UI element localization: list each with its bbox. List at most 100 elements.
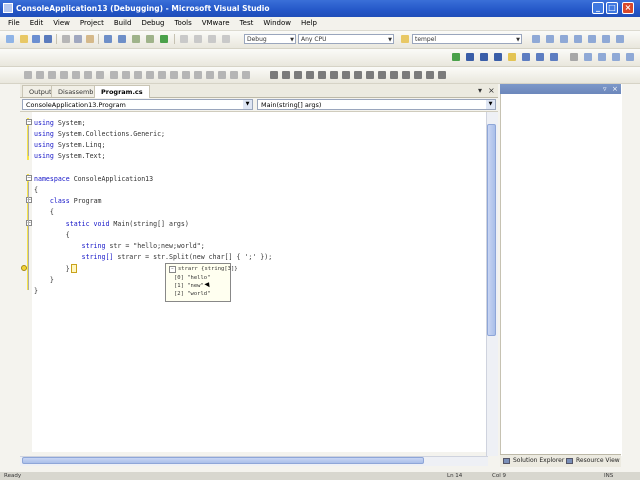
pin-icon[interactable]: ▿ [603,84,607,94]
restart-icon[interactable] [494,53,502,61]
object-browser-icon[interactable] [560,35,568,43]
collapse-icon[interactable]: − [26,197,32,203]
menu-project[interactable]: Project [75,17,109,30]
menu-window[interactable]: Window [258,17,296,30]
close-icon[interactable]: × [612,84,618,94]
menu-debug[interactable]: Debug [136,17,169,30]
solution-explorer-panel[interactable] [500,84,622,456]
format-icon[interactable] [24,71,32,79]
format-icon[interactable] [146,71,154,79]
menu-test[interactable]: Test [235,17,259,30]
layout-icon[interactable] [366,71,374,79]
menu-build[interactable]: Build [109,17,137,30]
layout-icon[interactable] [354,71,362,79]
collapse-icon[interactable]: − [26,119,32,125]
tab-resource-view[interactable]: Resource View [565,456,620,466]
navigate-back-icon[interactable] [132,35,140,43]
platform-combo[interactable]: Any CPU ▼ [298,34,394,44]
class-view-icon[interactable] [602,35,610,43]
layout-icon[interactable] [294,71,302,79]
menu-tools[interactable]: Tools [169,17,196,30]
tool-window-caption[interactable]: ▿ × [500,84,621,94]
step-out-icon[interactable] [550,53,558,61]
build-icon[interactable] [180,35,188,43]
navigate-forward-icon[interactable] [146,35,154,43]
menu-view[interactable]: View [48,17,75,30]
find-combo[interactable]: tempel ▼ [412,34,522,44]
attach-icon[interactable] [222,35,230,43]
start-page-icon[interactable] [588,35,596,43]
format-icon[interactable] [96,71,104,79]
undo-icon[interactable] [104,35,112,43]
layout-icon[interactable] [414,71,422,79]
format-icon[interactable] [36,71,44,79]
toolbox-icon[interactable] [574,35,582,43]
format-icon[interactable] [158,71,166,79]
stop-debugging-icon[interactable] [480,53,488,61]
datatip-item[interactable]: [2] "world" [174,291,210,298]
member-dropdown[interactable]: Main(string[] args) ▼ [257,99,496,110]
code-editor[interactable] [20,112,486,452]
maximize-button[interactable]: □ [606,2,618,14]
format-icon[interactable] [110,71,118,79]
format-icon[interactable] [182,71,190,79]
format-icon[interactable] [206,71,214,79]
tab-program-cs[interactable]: Program.cs [94,85,150,98]
layout-icon[interactable] [426,71,434,79]
tab-solution-explorer[interactable]: Solution Explorer [502,456,564,466]
solution-explorer-icon[interactable] [532,35,540,43]
debugger-datatip[interactable]: − strarr {string[3]} [0] "hello" [1] "new… [165,263,238,302]
layout-icon[interactable] [282,71,290,79]
close-button[interactable]: × [622,2,634,14]
type-dropdown[interactable]: ConsoleApplication13.Program ▼ [22,99,253,110]
format-icon[interactable] [170,71,178,79]
layout-icon[interactable] [438,71,446,79]
format-icon[interactable] [122,71,130,79]
menu-edit[interactable]: Edit [25,17,49,30]
format-icon[interactable] [60,71,68,79]
copy-icon[interactable] [74,35,82,43]
options-icon[interactable] [616,35,624,43]
collapse-icon[interactable]: − [26,220,32,226]
menu-help[interactable]: Help [296,17,322,30]
new-project-icon[interactable] [6,35,14,43]
format-icon[interactable] [72,71,80,79]
layout-icon[interactable] [306,71,314,79]
layout-icon[interactable] [378,71,386,79]
find-in-files-icon[interactable] [401,35,409,43]
format-icon[interactable] [48,71,56,79]
layout-icon[interactable] [318,71,326,79]
properties-icon[interactable] [546,35,554,43]
locals-icon[interactable] [612,53,620,61]
collapse-icon[interactable]: − [26,175,32,181]
expand-icon[interactable]: − [169,266,176,273]
menu-file[interactable]: File [0,17,25,30]
watch-icon[interactable] [598,53,606,61]
datatip-item[interactable]: [1] "new" [174,283,204,290]
layout-icon[interactable] [330,71,338,79]
menu-vmware[interactable]: VMware [197,17,235,30]
save-icon[interactable] [32,35,40,43]
format-icon[interactable] [218,71,226,79]
close-document-icon[interactable]: × [488,86,495,95]
solution-config-combo[interactable]: Debug ▼ [244,34,296,44]
step-into-icon[interactable] [522,53,530,61]
breakpoints-icon[interactable] [584,53,592,61]
cut-icon[interactable] [62,35,70,43]
paste-icon[interactable] [86,35,94,43]
save-all-icon[interactable] [44,35,52,43]
continue-icon[interactable] [160,35,168,43]
vertical-scroll-thumb[interactable] [487,124,496,336]
show-next-statement-icon[interactable] [508,53,516,61]
call-stack-icon[interactable] [626,53,634,61]
horizontal-scroll-thumb[interactable] [22,457,424,464]
layout-icon[interactable] [402,71,410,79]
minimize-button[interactable]: _ [592,2,604,14]
step-over-icon[interactable] [536,53,544,61]
indicator-margin[interactable] [20,112,32,452]
tab-list-dropdown-icon[interactable]: ▾ [478,86,482,95]
break-all-icon[interactable] [466,53,474,61]
layout-icon[interactable] [390,71,398,79]
format-icon[interactable] [194,71,202,79]
datatip-header[interactable]: − strarr {string[3]} [169,266,238,273]
